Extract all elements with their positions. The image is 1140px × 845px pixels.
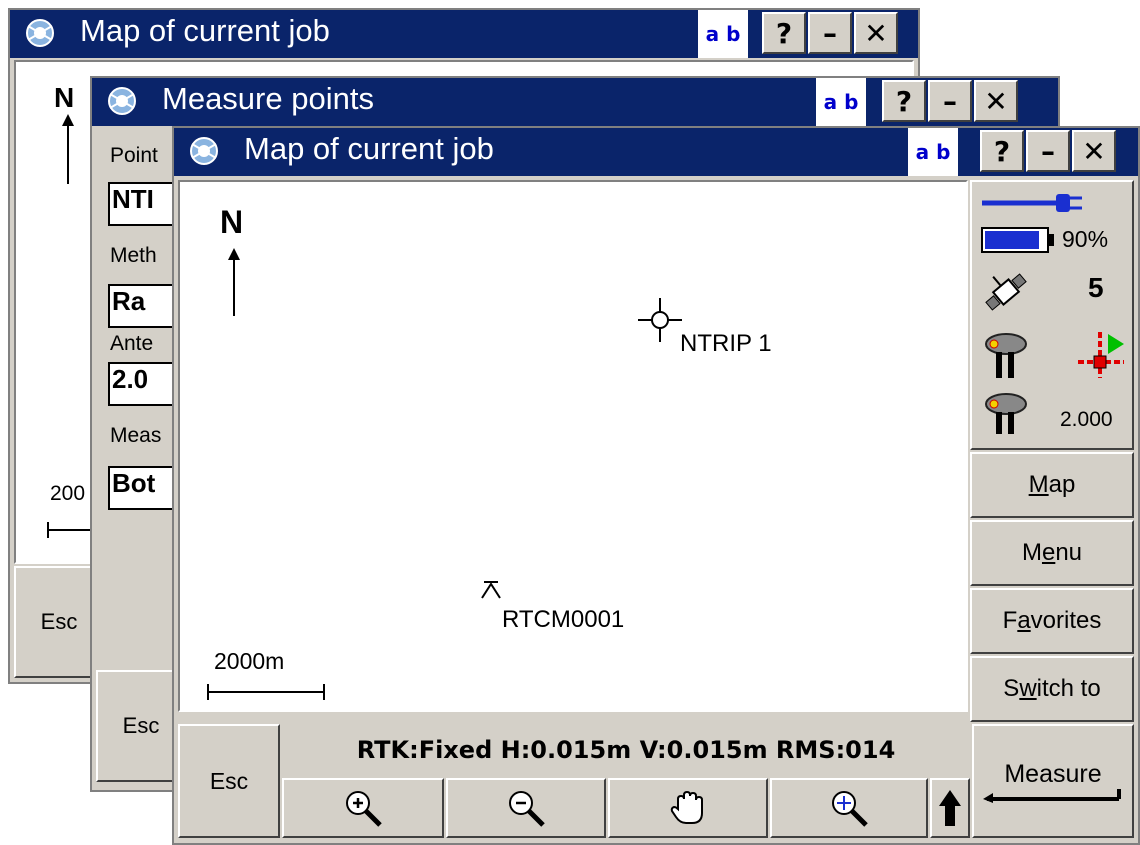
front-minimize-button[interactable]: – [1026,130,1070,172]
back-titlebar: Map of current job a b ? – ✕ [10,10,918,58]
antenna-icon [985,393,1027,434]
back-input-mode-button[interactable]: a b [698,10,748,58]
pan-hand-icon [670,790,703,824]
zoom-in-button[interactable] [282,778,444,838]
front-window: Map of current job a b ? – ✕ N NTRIP 1 R… [172,126,1140,845]
pan-button[interactable] [608,778,768,838]
front-map-area[interactable]: N NTRIP 1 RTCM0001 2000m [178,180,968,712]
middle-input-mode-button[interactable]: a b [816,78,866,126]
rover-receiver-icon [985,333,1027,378]
status-panel[interactable]: 90% 5 2.000 [970,180,1134,450]
front-titlebar: Map of current job a b ? – ✕ [174,128,1138,176]
point-name-label: Point [110,144,158,167]
zoom-extents-icon [832,791,868,827]
status-bar: RTK:Fixed H:0.015m V:0.015m RMS:014 [356,736,896,764]
zoom-out-icon [509,791,545,827]
satellite-icon [985,273,1027,311]
ntrip-point-label: NTRIP 1 [680,330,772,357]
switch-to-button[interactable]: Sw itch to [970,656,1134,722]
scale-bar [207,684,325,700]
scale-label: 2000m [214,648,285,674]
radio-link-icon [1078,332,1124,378]
antenna-height-label: Ante [110,332,154,355]
base-station-point-icon[interactable] [636,296,684,344]
middle-close-button[interactable]: ✕ [974,80,1018,122]
middle-titlebar: Measure points a b ? – ✕ [92,78,1058,126]
back-help-button[interactable]: ? [762,12,806,54]
antenna-height-value: 2.000 [1060,408,1113,431]
back-close-button[interactable]: ✕ [854,12,898,54]
back-window-title: Map of current job [80,13,330,48]
esc-button[interactable]: Esc [178,724,280,838]
zoom-out-button[interactable] [446,778,606,838]
front-help-button[interactable]: ? [980,130,1024,172]
middle-help-button[interactable]: ? [882,80,926,122]
rose-app-icon [108,87,136,115]
measure-button-label: Measure [1004,759,1102,788]
back-north-arrow-icon [62,114,74,184]
front-window-title: Map of current job [244,131,494,166]
shift-button[interactable] [930,778,970,838]
external-power-icon [982,194,1082,212]
satellite-count: 5 [1088,272,1104,303]
front-input-mode-button[interactable]: a b [908,128,958,176]
back-minimize-button[interactable]: – [808,12,852,54]
rose-app-icon [190,137,218,165]
battery-icon [981,227,1054,253]
measure-button[interactable]: Measure [972,724,1134,838]
battery-percent: 90% [1062,226,1109,252]
enter-key-icon [983,788,1121,803]
north-arrow-icon [228,248,240,316]
middle-window-title: Measure points [162,81,374,116]
middle-minimize-button[interactable]: – [928,80,972,122]
measured-to-label: Meas [110,424,162,447]
control-point-icon[interactable] [480,580,502,600]
zoom-extents-button[interactable] [770,778,928,838]
back-scale-label: 200 [50,482,86,505]
menu-button[interactable]: Me nu [970,520,1134,586]
rose-app-icon [26,19,54,47]
up-arrow-icon [939,790,961,826]
back-north-label: N [54,82,75,113]
north-label: N [220,204,244,240]
front-close-button[interactable]: ✕ [1072,130,1116,172]
method-label: Meth [110,244,157,267]
map-button[interactable]: Map [970,452,1134,518]
favorites-button[interactable]: Fa vorites [970,588,1134,654]
rtcm-point-label: RTCM0001 [502,606,625,633]
zoom-in-icon [346,791,382,827]
